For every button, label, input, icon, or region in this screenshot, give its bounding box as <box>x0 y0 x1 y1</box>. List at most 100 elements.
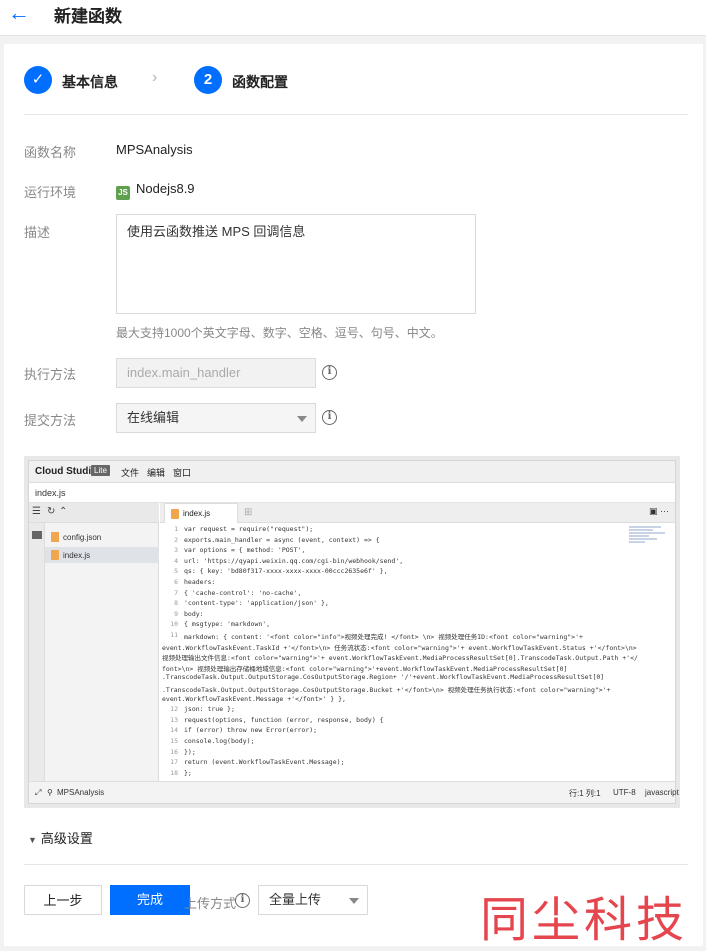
handler-label: 执行方法 <box>24 367 77 382</box>
description-textarea[interactable]: 使用云函数推送 MPS 回调信息 <box>116 214 476 314</box>
new-tab-icon[interactable]: ⊞ <box>244 507 252 518</box>
upload-method-select[interactable]: 全量上传 <box>258 885 368 915</box>
code-line: 4 url: 'https://qyapi.weixin.qq.com/cgi-… <box>160 557 675 567</box>
code-area[interactable]: 1 var request = require("request"); 2 expor… <box>160 523 675 781</box>
code-line: 2 exports.main_handler = async (event, co… <box>160 536 675 546</box>
info-icon[interactable]: i <box>235 893 250 908</box>
watermark-text: 同尘科技 <box>480 892 689 948</box>
file-config-json[interactable]: config.json <box>45 529 159 545</box>
submit-method-select[interactable]: 在线编辑 <box>116 403 316 433</box>
code-line: 17 return (event.WorkflowTaskEvent.Messag… <box>160 758 675 768</box>
function-name-label: 函数名称 <box>24 145 77 160</box>
code-line: 18}; <box>160 769 675 779</box>
file-name: config.json <box>63 533 102 542</box>
line-number: 14 <box>170 726 178 735</box>
collapse-icon[interactable]: ⌃ <box>59 506 67 517</box>
status-language: javascript <box>645 788 679 797</box>
refresh-icon[interactable]: ↻ <box>47 506 55 517</box>
nodejs-icon: JS <box>116 186 130 200</box>
code-line: 10 { msgtype: 'markdown', <box>160 620 675 630</box>
step-label-basic-info: 基本信息 <box>62 74 118 90</box>
line-content: font>\n> 视频处理输出存储桶地域信息:<font color="warn… <box>162 664 568 673</box>
editor-tabs: index.js ⊞ ▣ ··· <box>160 503 675 523</box>
maximize-icon[interactable]: ▣ <box>649 506 658 516</box>
line-content: 'content-type': 'application/json' }, <box>184 599 329 608</box>
line-number: 6 <box>174 578 178 586</box>
ide-lite-badge: Lite <box>91 465 110 476</box>
code-line: 6 headers: <box>160 578 675 588</box>
line-content: headers: <box>184 578 216 586</box>
menu-file[interactable]: 文件 <box>121 466 139 479</box>
runtime-value: Nodejs8.9 <box>136 181 195 196</box>
file-explorer: ☰ ↻ ⌃ config.json index.js <box>29 503 159 781</box>
description-hint: 最大支持1000个英文字母、数字、空格、逗号、句号、中文。 <box>116 326 443 340</box>
line-content: var options = { method: 'POST', <box>184 546 306 555</box>
finish-button[interactable]: 完成 <box>110 885 190 915</box>
menu-edit[interactable]: 编辑 <box>147 466 165 479</box>
line-content: }; <box>184 768 192 777</box>
caret-down-icon: ▼ <box>28 835 37 845</box>
expand-icon[interactable]: ⤢ <box>35 788 41 798</box>
function-name-value: MPSAnalysis <box>116 142 193 157</box>
line-number: 3 <box>174 546 178 555</box>
line-content: qs: { key: 'bd80f317-xxxx-xxxx-xxxx-00cc… <box>184 567 388 576</box>
line-content: request(options, function (error, respon… <box>184 715 384 724</box>
line-number: 16 <box>170 747 178 756</box>
list-icon[interactable]: ☰ <box>32 506 41 517</box>
status-position: 行:1 列:1 <box>569 789 601 798</box>
code-line: 11 markdown: { content: '<font color="in… <box>160 631 675 641</box>
line-content: json: true }; <box>184 705 235 714</box>
back-arrow-icon[interactable]: ← <box>8 2 30 26</box>
tab-label: index.js <box>183 509 211 518</box>
line-content: markdown: { content: '<font color="info"… <box>184 633 583 641</box>
file-icon <box>171 509 179 519</box>
line-content: 视频处理输出文件信息:<font color="warning">'+ even… <box>162 654 638 663</box>
file-name: index.js <box>63 551 91 560</box>
form-card: ✓ 基本信息 › 2 函数配置 函数名称 MPSAnalysis 运行环境 JS… <box>4 44 703 946</box>
file-index-js[interactable]: index.js <box>45 547 159 563</box>
advanced-settings-toggle[interactable]: ▼ 高级设置 <box>28 828 93 847</box>
upload-method-label: 上传方式 <box>184 893 236 912</box>
folder-icon[interactable] <box>32 531 42 539</box>
submit-method-value: 在线编辑 <box>127 410 180 425</box>
line-number: 13 <box>170 715 178 724</box>
handler-input: index.main_handler <box>116 358 316 388</box>
line-content: event.WorkflowTaskEvent.Message +'</font… <box>162 694 346 703</box>
status-encoding: UTF-8 <box>613 788 636 797</box>
divider <box>24 864 688 865</box>
code-line: 15 console.log(body); <box>160 737 675 747</box>
runtime-value-row: JS Nodejs8.9 <box>116 181 195 200</box>
cloud-studio-editor: Cloud Studio Lite 文件 编辑 窗口 index.js ☰ ↻ … <box>28 460 679 804</box>
ide-breadcrumb: index.js <box>29 483 675 503</box>
info-icon[interactable]: i <box>322 365 337 380</box>
line-number: 7 <box>174 588 178 597</box>
step-label-function-config: 函数配置 <box>232 74 288 90</box>
description-label: 描述 <box>24 225 51 240</box>
step-number-2: 2 <box>194 66 222 94</box>
submit-method-label: 提交方法 <box>24 413 77 428</box>
line-content: .TranscodeTask.Output.OutputStorage.CosO… <box>162 673 605 682</box>
code-line: 14 if (error) throw new Error(error); <box>160 726 675 736</box>
line-number: 4 <box>174 556 178 565</box>
line-number: 8 <box>174 599 178 608</box>
chevron-right-icon: › <box>152 69 158 86</box>
menu-window[interactable]: 窗口 <box>173 466 191 479</box>
file-icon <box>51 532 59 542</box>
more-icon[interactable]: ··· <box>660 506 669 516</box>
info-icon[interactable]: i <box>322 410 337 425</box>
line-number: 17 <box>170 758 178 767</box>
tab-index-js[interactable]: index.js <box>164 503 238 523</box>
code-line: font>\n> 视频处理输出存储桶地域信息:<font color="warn… <box>160 663 675 673</box>
caret-down-icon <box>349 898 359 904</box>
line-content: console.log(body); <box>184 737 255 745</box>
code-line: 5 qs: { key: 'bd80f317-xxxx-xxxx-xxxx-00… <box>160 567 675 577</box>
code-line: 1 var request = require("request"); <box>160 525 675 535</box>
code-line: event.WorkflowTaskEvent.Message +'</font… <box>160 695 675 705</box>
code-line: 8 'content-type': 'application/json' }, <box>160 599 675 609</box>
code-line: .TranscodeTask.Output.OutputStorage.CosO… <box>160 684 675 694</box>
previous-step-button[interactable]: 上一步 <box>24 885 102 915</box>
code-line: 7 { 'cache-control': 'no-cache', <box>160 589 675 599</box>
file-icon <box>51 550 59 560</box>
top-bar: ← 新建函数 <box>0 0 706 36</box>
line-number: 18 <box>170 768 178 777</box>
